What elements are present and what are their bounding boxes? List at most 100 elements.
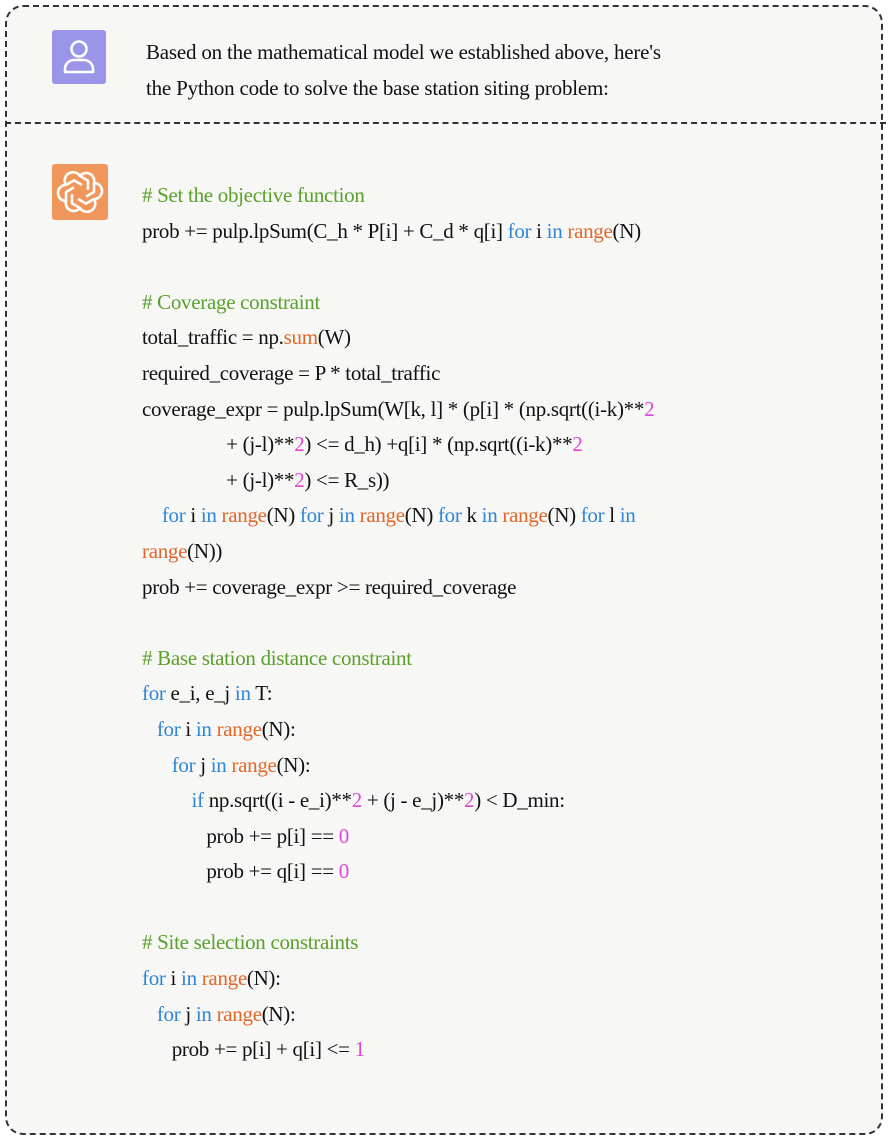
code-token: prob += pulp.lpSum(C_h * P[i] + C_d * q[… <box>142 218 508 243</box>
code-token: sum <box>283 325 318 350</box>
code-token: in <box>481 503 498 528</box>
code-token: range <box>216 1001 262 1026</box>
code-token: ) <= R_s)) <box>304 467 390 492</box>
code-comment: # Site selection constraints <box>142 930 359 955</box>
user-avatar <box>52 30 106 84</box>
code-token: (N)) <box>187 538 223 563</box>
code-line: for j in range(N): <box>142 748 842 784</box>
code-token: j <box>195 752 211 777</box>
code-token: j <box>180 1001 196 1026</box>
code-token: 2 <box>294 432 305 457</box>
code-token: (N) <box>547 503 581 528</box>
code-token: 0 <box>338 859 350 884</box>
code-line: prob += coverage_expr >= required_covera… <box>142 570 842 606</box>
code-token: i <box>185 503 201 528</box>
code-line: # Base station distance constraint <box>142 641 842 677</box>
code-token: range <box>201 966 247 991</box>
code-token: (N) <box>612 218 642 243</box>
code-token: ) <= d_h) +q[i] * (np.sqrt((i-k)** <box>304 432 573 457</box>
code-line: prob += pulp.lpSum(C_h * P[i] + C_d * q[… <box>142 214 842 250</box>
code-token: (N) <box>266 503 300 528</box>
code-token: (N): <box>261 716 296 741</box>
code-token: i <box>165 966 182 991</box>
code-token: range <box>216 716 262 741</box>
code-block: # Set the objective function prob += pul… <box>142 178 842 1068</box>
code-token: 2 <box>572 432 583 457</box>
code-token: for <box>161 503 186 528</box>
code-line: # Set the objective function <box>142 178 842 214</box>
code-line: prob += q[i] == 0 <box>142 854 842 890</box>
code-token: in <box>200 503 217 528</box>
code-token: l <box>604 503 620 528</box>
code-token: in <box>195 716 212 741</box>
code-line: # Coverage constraint <box>142 285 842 321</box>
code-token: 0 <box>338 823 350 848</box>
user-message: Based on the mathematical model we estab… <box>146 34 846 106</box>
code-token: + (j-l)** <box>142 432 295 457</box>
code-token: + (j - e_j)** <box>361 788 465 813</box>
code-token: ) < D_min: <box>474 788 565 813</box>
code-token: if <box>191 788 205 813</box>
user-icon <box>63 40 95 74</box>
code-line: for i in range(N) for j in range(N) for … <box>142 498 842 534</box>
code-token: in <box>338 503 355 528</box>
code-token: k <box>461 503 482 528</box>
code-line: prob += p[i] + q[i] <= 1 <box>142 1032 842 1068</box>
code-token: for <box>299 503 324 528</box>
code-token: (N): <box>261 1001 296 1026</box>
code-token: (N): <box>246 966 281 991</box>
code-token: + (j-l)** <box>142 467 295 492</box>
code-token: in <box>619 503 636 528</box>
code-line: # Site selection constraints <box>142 925 842 961</box>
code-token: range <box>221 503 267 528</box>
code-comment: # Coverage constraint <box>142 289 320 314</box>
message-divider <box>5 122 886 124</box>
code-token: (W) <box>317 325 351 350</box>
code-token: i <box>531 218 547 243</box>
code-token: range <box>502 503 548 528</box>
assistant-avatar <box>52 164 108 220</box>
code-token: prob += p[i] == <box>142 823 339 848</box>
code-token: required_coverage = P * total_traffic <box>142 360 441 385</box>
code-token: for <box>437 503 462 528</box>
code-token: range <box>231 752 277 777</box>
code-token: in <box>210 752 227 777</box>
code-token: prob += q[i] == <box>142 859 339 884</box>
code-line: for i in range(N): <box>142 712 842 748</box>
code-line: if np.sqrt((i - e_i)**2 + (j - e_j)**2) … <box>142 783 842 819</box>
code-line: range(N)) <box>142 534 842 570</box>
code-token: i <box>180 716 196 741</box>
code-token: in <box>234 681 251 706</box>
code-line: required_coverage = P * total_traffic <box>142 356 842 392</box>
code-comment: # Set the objective function <box>142 183 365 207</box>
code-token: range <box>567 218 613 243</box>
code-token: for <box>580 503 605 528</box>
code-token: 2 <box>464 788 475 813</box>
code-line: total_traffic = np.sum(W) <box>142 320 842 356</box>
code-token: 2 <box>644 396 655 421</box>
code-token: e_i, e_j <box>165 681 235 706</box>
code-token: prob += p[i] + q[i] <= <box>142 1037 355 1062</box>
code-token: (N): <box>276 752 311 777</box>
code-token: T: <box>250 681 273 706</box>
code-token: (N) <box>404 503 438 528</box>
code-token: for <box>142 966 166 991</box>
code-token: in <box>195 1001 212 1026</box>
code-token: for <box>142 681 166 706</box>
code-token: for <box>156 716 181 741</box>
code-token: total_traffic = np. <box>142 325 284 350</box>
code-token: in <box>546 218 563 243</box>
code-token: 2 <box>294 467 305 492</box>
user-message-line: the Python code to solve the base statio… <box>146 76 609 100</box>
code-line: for i in range(N): <box>142 961 842 997</box>
code-token: in <box>181 966 197 991</box>
code-token: prob += coverage_expr >= required_covera… <box>142 574 517 599</box>
code-token: j <box>323 503 339 528</box>
